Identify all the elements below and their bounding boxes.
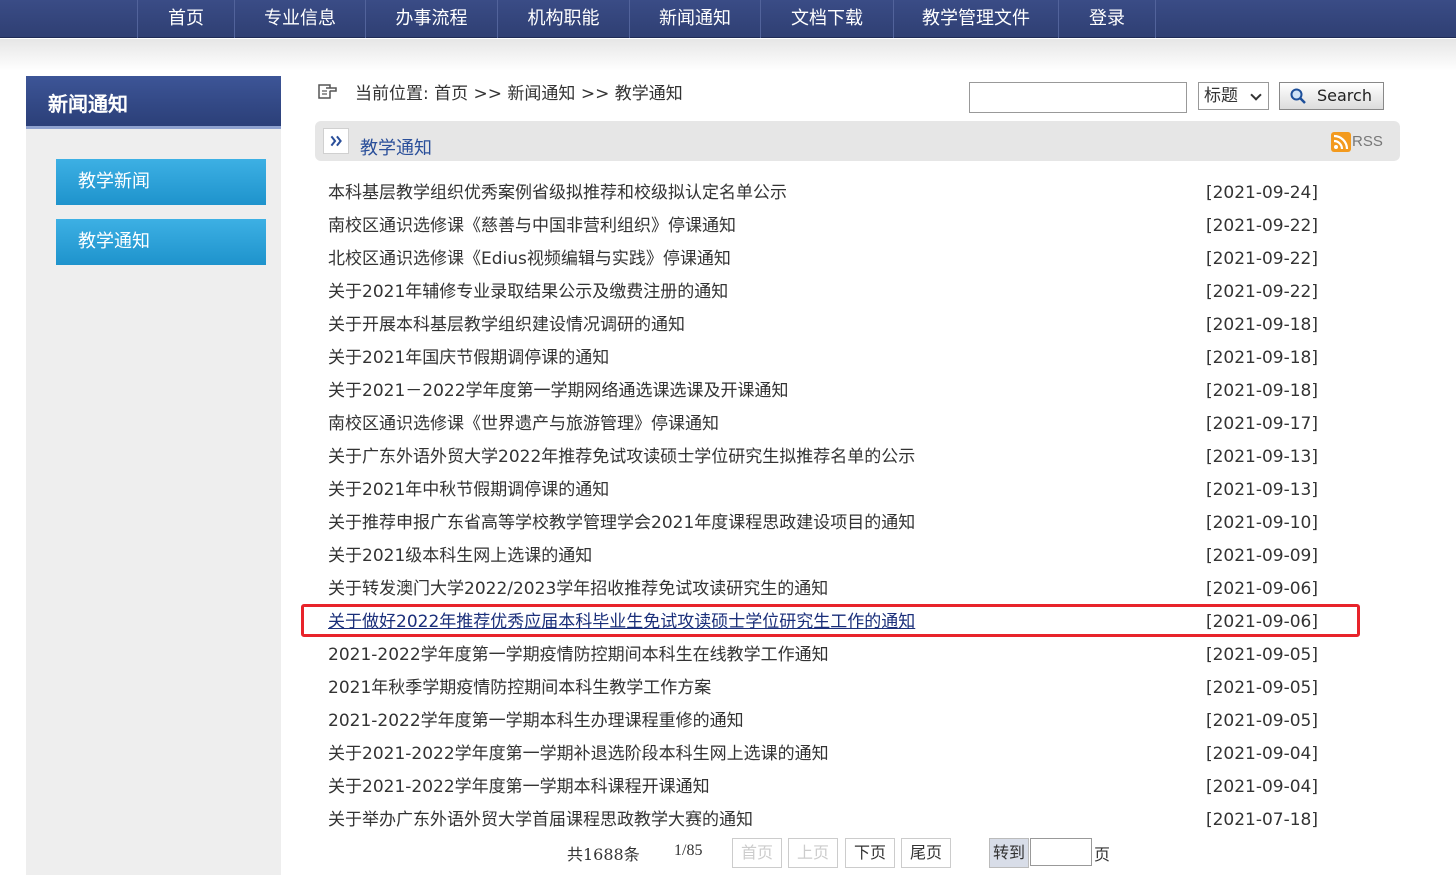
page-indicator: 1/85 [674,842,703,859]
total-count: 共1688条 [567,845,640,864]
article-date: [2021-09-04] [1205,777,1318,797]
article-date: [2021-09-22] [1205,249,1318,269]
article-link[interactable]: 2021-2022学年度第一学期疫情防控期间本科生在线教学工作通知 [328,639,829,672]
article-date: [2021-09-05] [1205,711,1318,731]
top-nav-items: 首页 专业信息 办事流程 机构职能 新闻通知 文档下载 教学管理文件 登录 [137,0,1156,38]
goto-page-button[interactable]: 转到 [989,838,1029,868]
article-date: [2021-09-18] [1205,381,1318,401]
search-icon [1290,88,1306,104]
article-date: [2021-07-18] [1205,810,1318,830]
article-link[interactable]: 本科基层教学组织优秀案例省级拟推荐和校级拟认定名单公示 [328,177,787,210]
search-button-label: Search [1317,86,1372,105]
list-item: 关于广东外语外贸大学2022年推荐免试攻读硕士学位研究生拟推荐名单的公示 [202… [328,441,1323,474]
list-item: 关于举办广东外语外贸大学首届课程思政教学大赛的通知 [2021-07-18] [328,804,1323,837]
article-link[interactable]: 关于2021级本科生网上选课的通知 [328,540,592,573]
article-link[interactable]: 关于开展本科基层教学组织建设情况调研的通知 [328,309,685,342]
chevron-down-icon [1250,89,1262,101]
article-date: [2021-09-10] [1205,513,1318,533]
list-item: 关于2021年辅修专业录取结果公示及缴费注册的通知 [2021-09-22] [328,276,1323,309]
article-link[interactable]: 关于2021－2022学年度第一学期网络通选课选课及开课通知 [328,375,789,408]
last-page-button[interactable]: 尾页 [901,838,951,868]
list-item: 关于2021年国庆节假期调停课的通知 [2021-09-18] [328,342,1323,375]
article-link[interactable]: 北校区通识选修课《Edius视频编辑与实践》停课通知 [328,243,731,276]
page-unit-label: 页 [1094,845,1111,864]
nav-item-majors[interactable]: 专业信息 [234,0,365,38]
search-field-select-value: 标题 [1204,86,1238,106]
article-link[interactable]: 关于广东外语外贸大学2022年推荐免试攻读硕士学位研究生拟推荐名单的公示 [328,441,915,474]
article-link[interactable]: 关于2021年国庆节假期调停课的通知 [328,342,609,375]
sidebar: 新闻通知 教学新闻 教学通知 [26,76,281,875]
list-item: 关于2021-2022学年度第一学期本科课程开课通知 [2021-09-04] [328,771,1323,804]
pointing-hand-icon [318,84,337,99]
article-date: [2021-09-13] [1205,480,1318,500]
sidebar-item-teaching-notices[interactable]: 教学通知 [56,219,266,265]
article-date: [2021-09-18] [1205,348,1318,368]
article-link[interactable]: 2021年秋季学期疫情防控期间本科生教学工作方案 [328,672,711,705]
list-item: 关于转发澳门大学2022/2023学年招收推荐免试攻读研究生的通知 [2021-0… [328,573,1323,606]
article-date: [2021-09-05] [1205,678,1318,698]
article-link[interactable]: 南校区通识选修课《慈善与中国非营利组织》停课通知 [328,210,736,243]
highlight-annotation-box [301,604,1360,637]
article-date: [2021-09-05] [1205,645,1318,665]
article-link[interactable]: 关于2021-2022学年度第一学期本科课程开课通知 [328,771,710,804]
list-item: 南校区通识选修课《世界遗产与旅游管理》停课通知 [2021-09-17] [328,408,1323,441]
article-date: [2021-09-13] [1205,447,1318,467]
section-header: 教学通知 [315,121,1400,161]
list-item: 关于2021－2022学年度第一学期网络通选课选课及开课通知 [2021-09-1… [328,375,1323,408]
list-item: 关于2021-2022学年度第一学期补退选阶段本科生网上选课的通知 [2021-0… [328,738,1323,771]
article-link[interactable]: 关于2021年辅修专业录取结果公示及缴费注册的通知 [328,276,728,309]
list-item: 2021年秋季学期疫情防控期间本科生教学工作方案 [2021-09-05] [328,672,1323,705]
nav-item-procedures[interactable]: 办事流程 [365,0,497,38]
article-date: [2021-09-18] [1205,315,1318,335]
article-link[interactable]: 2021-2022学年度第一学期本科生办理课程重修的通知 [328,705,744,738]
article-link[interactable]: 关于2021年中秋节假期调停课的通知 [328,474,609,507]
article-date: [2021-09-17] [1205,414,1318,434]
article-list: 本科基层教学组织优秀案例省级拟推荐和校级拟认定名单公示 [2021-09-24] … [328,177,1323,837]
search-input[interactable] [969,82,1187,113]
sidebar-title: 新闻通知 [26,76,281,129]
prev-page-button[interactable]: 上页 [788,838,838,868]
next-page-button[interactable]: 下页 [845,838,895,868]
article-date: [2021-09-22] [1205,216,1318,236]
nav-item-news[interactable]: 新闻通知 [629,0,760,38]
article-link[interactable]: 南校区通识选修课《世界遗产与旅游管理》停课通知 [328,408,719,441]
goto-page-input[interactable] [1030,838,1092,866]
article-date: [2021-09-24] [1205,183,1318,203]
breadcrumb: 当前位置: 首页 >> 新闻通知 >> 教学通知 [355,84,683,104]
list-item: 2021-2022学年度第一学期本科生办理课程重修的通知 [2021-09-05] [328,705,1323,738]
list-item: 关于开展本科基层教学组织建设情况调研的通知 [2021-09-18] [328,309,1323,342]
rss-icon [1331,132,1351,152]
nav-item-teaching-docs[interactable]: 教学管理文件 [893,0,1058,38]
rss-label: RSS [1352,133,1383,150]
article-date: [2021-09-06] [1205,579,1318,599]
sidebar-item-teaching-news[interactable]: 教学新闻 [56,159,266,205]
article-link[interactable]: 关于2021-2022学年度第一学期补退选阶段本科生网上选课的通知 [328,738,829,771]
article-date: [2021-09-09] [1205,546,1318,566]
list-item: 关于推荐申报广东省高等学校教学管理学会2021年度课程思政建设项目的通知 [202… [328,507,1323,540]
article-date: [2021-09-22] [1205,282,1318,302]
top-nav-bar: 首页 专业信息 办事流程 机构职能 新闻通知 文档下载 教学管理文件 登录 [0,0,1456,38]
list-item: 2021-2022学年度第一学期疫情防控期间本科生在线教学工作通知 [2021-0… [328,639,1323,672]
list-item: 本科基层教学组织优秀案例省级拟推荐和校级拟认定名单公示 [2021-09-24] [328,177,1323,210]
article-date: [2021-09-04] [1205,744,1318,764]
nav-item-departments[interactable]: 机构职能 [497,0,629,38]
first-page-button[interactable]: 首页 [732,838,782,868]
nav-item-login[interactable]: 登录 [1058,0,1156,38]
article-link[interactable]: 关于转发澳门大学2022/2023学年招收推荐免试攻读研究生的通知 [328,573,828,606]
article-link[interactable]: 关于推荐申报广东省高等学校教学管理学会2021年度课程思政建设项目的通知 [328,507,915,540]
list-item: 关于2021级本科生网上选课的通知 [2021-09-09] [328,540,1323,573]
search-field-select[interactable]: 标题 [1198,82,1269,110]
article-link[interactable]: 关于举办广东外语外贸大学首届课程思政教学大赛的通知 [328,804,753,837]
pagination: 共1688条 1/85 首页 上页 下页 尾页 转到 页 [0,838,1456,868]
list-item: 北校区通识选修课《Edius视频编辑与实践》停课通知 [2021-09-22] [328,243,1323,276]
header-band [0,39,1456,71]
nav-item-downloads[interactable]: 文档下载 [760,0,893,38]
rss-link[interactable]: RSS [1331,132,1387,152]
list-item: 南校区通识选修课《慈善与中国非营利组织》停课通知 [2021-09-22] [328,210,1323,243]
search-button[interactable]: Search [1279,82,1384,110]
nav-item-home[interactable]: 首页 [137,0,234,38]
list-item: 关于2021年中秋节假期调停课的通知 [2021-09-13] [328,474,1323,507]
double-chevron-right-icon [323,128,349,154]
section-title: 教学通知 [360,138,432,159]
